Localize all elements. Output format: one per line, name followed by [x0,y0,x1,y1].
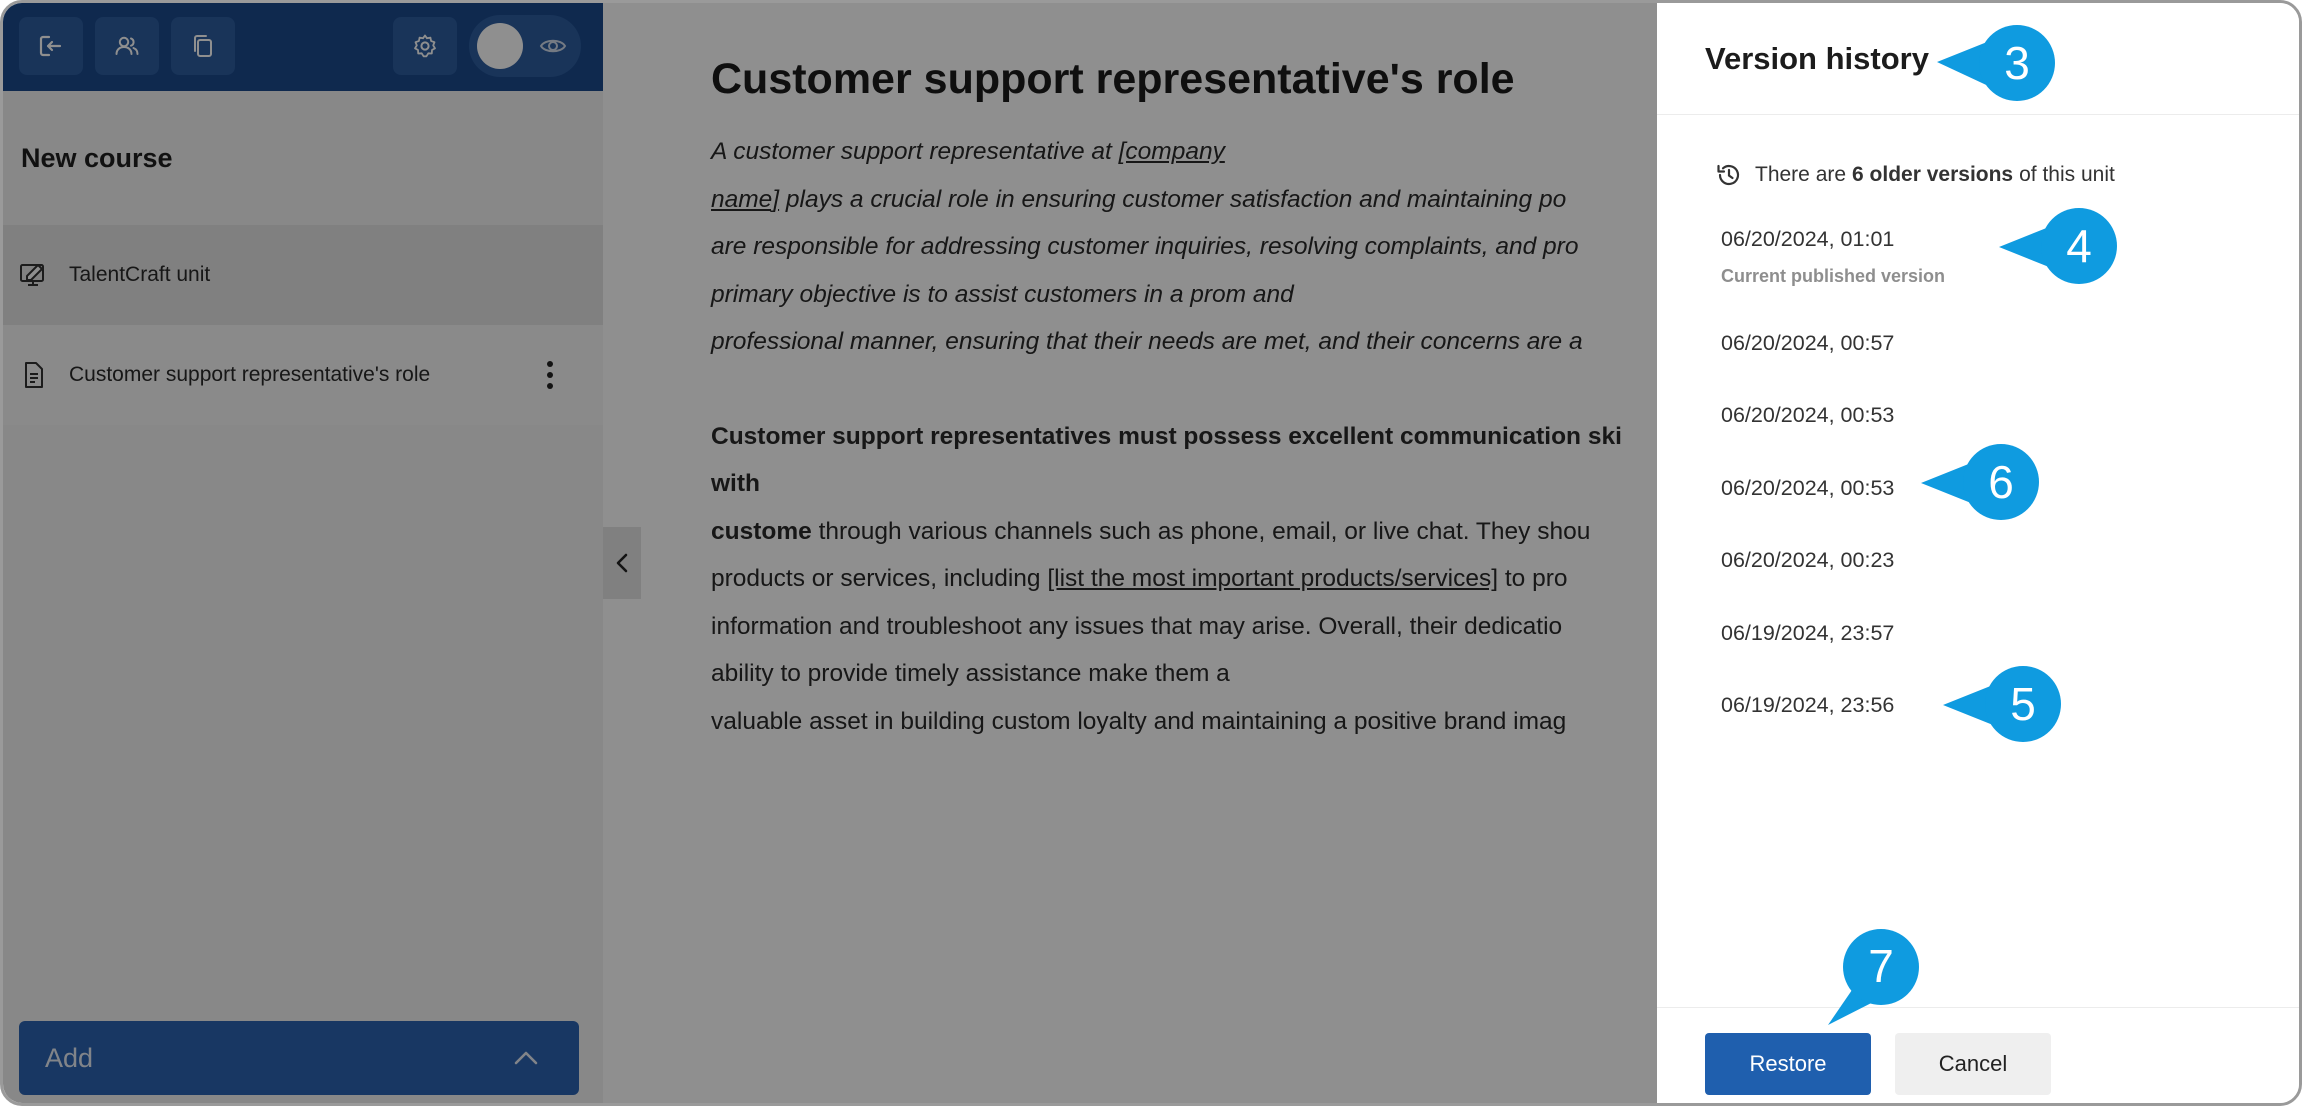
version-count-info: There are 6 older versions of this unit [1715,161,2115,189]
version-date: 06/20/2024, 00:23 [1721,548,1895,572]
info-text: There are [1755,163,1847,186]
callout-number: 4 [2066,220,2092,272]
info-text: of this unit [2019,163,2115,186]
callout-number: 5 [2010,678,2036,730]
callout-7: 7 [1823,927,1923,1027]
version-item[interactable]: 06/20/2024, 00:53 [1721,476,1894,501]
version-date: 06/19/2024, 23:57 [1721,621,1895,645]
panel-title: Version history [1705,41,1929,76]
current-version-note: Current published version [1721,266,1946,286]
version-item[interactable]: 06/19/2024, 23:57 [1721,621,1894,646]
callout-number: 7 [1868,940,1894,992]
version-date: 06/19/2024, 23:56 [1721,693,1895,717]
version-date: 06/20/2024, 00:57 [1721,331,1895,355]
version-item[interactable]: 06/19/2024, 23:56 [1721,693,1894,718]
version-history-panel: Version history There are 6 older versio… [1657,3,2299,1103]
callout-number: 6 [1988,456,2014,508]
callout-3: 3 [1937,24,2057,104]
version-item[interactable]: 06/20/2024, 00:23 [1721,548,1894,573]
cancel-button[interactable]: Cancel [1895,1033,2051,1095]
modal-backdrop[interactable] [3,3,1657,1103]
restore-button[interactable]: Restore [1705,1033,1871,1095]
version-date: 06/20/2024, 01:01 [1721,227,1895,251]
callout-number: 3 [2004,37,2030,89]
app-window: New course TalentCraft unit Customer sup… [0,0,2302,1106]
version-item[interactable]: 06/20/2024, 00:53 [1721,403,1894,428]
version-item[interactable]: 06/20/2024, 01:01 Current published vers… [1721,227,1945,287]
callout-4: 4 [1999,207,2119,287]
version-date: 06/20/2024, 00:53 [1721,403,1895,427]
history-icon [1717,164,1740,186]
info-count: 6 older versions [1852,163,2014,186]
callout-5: 5 [1943,665,2063,745]
callout-6: 6 [1921,443,2041,523]
version-item[interactable]: 06/20/2024, 00:57 [1721,331,1894,356]
version-date: 06/20/2024, 00:53 [1721,476,1895,500]
